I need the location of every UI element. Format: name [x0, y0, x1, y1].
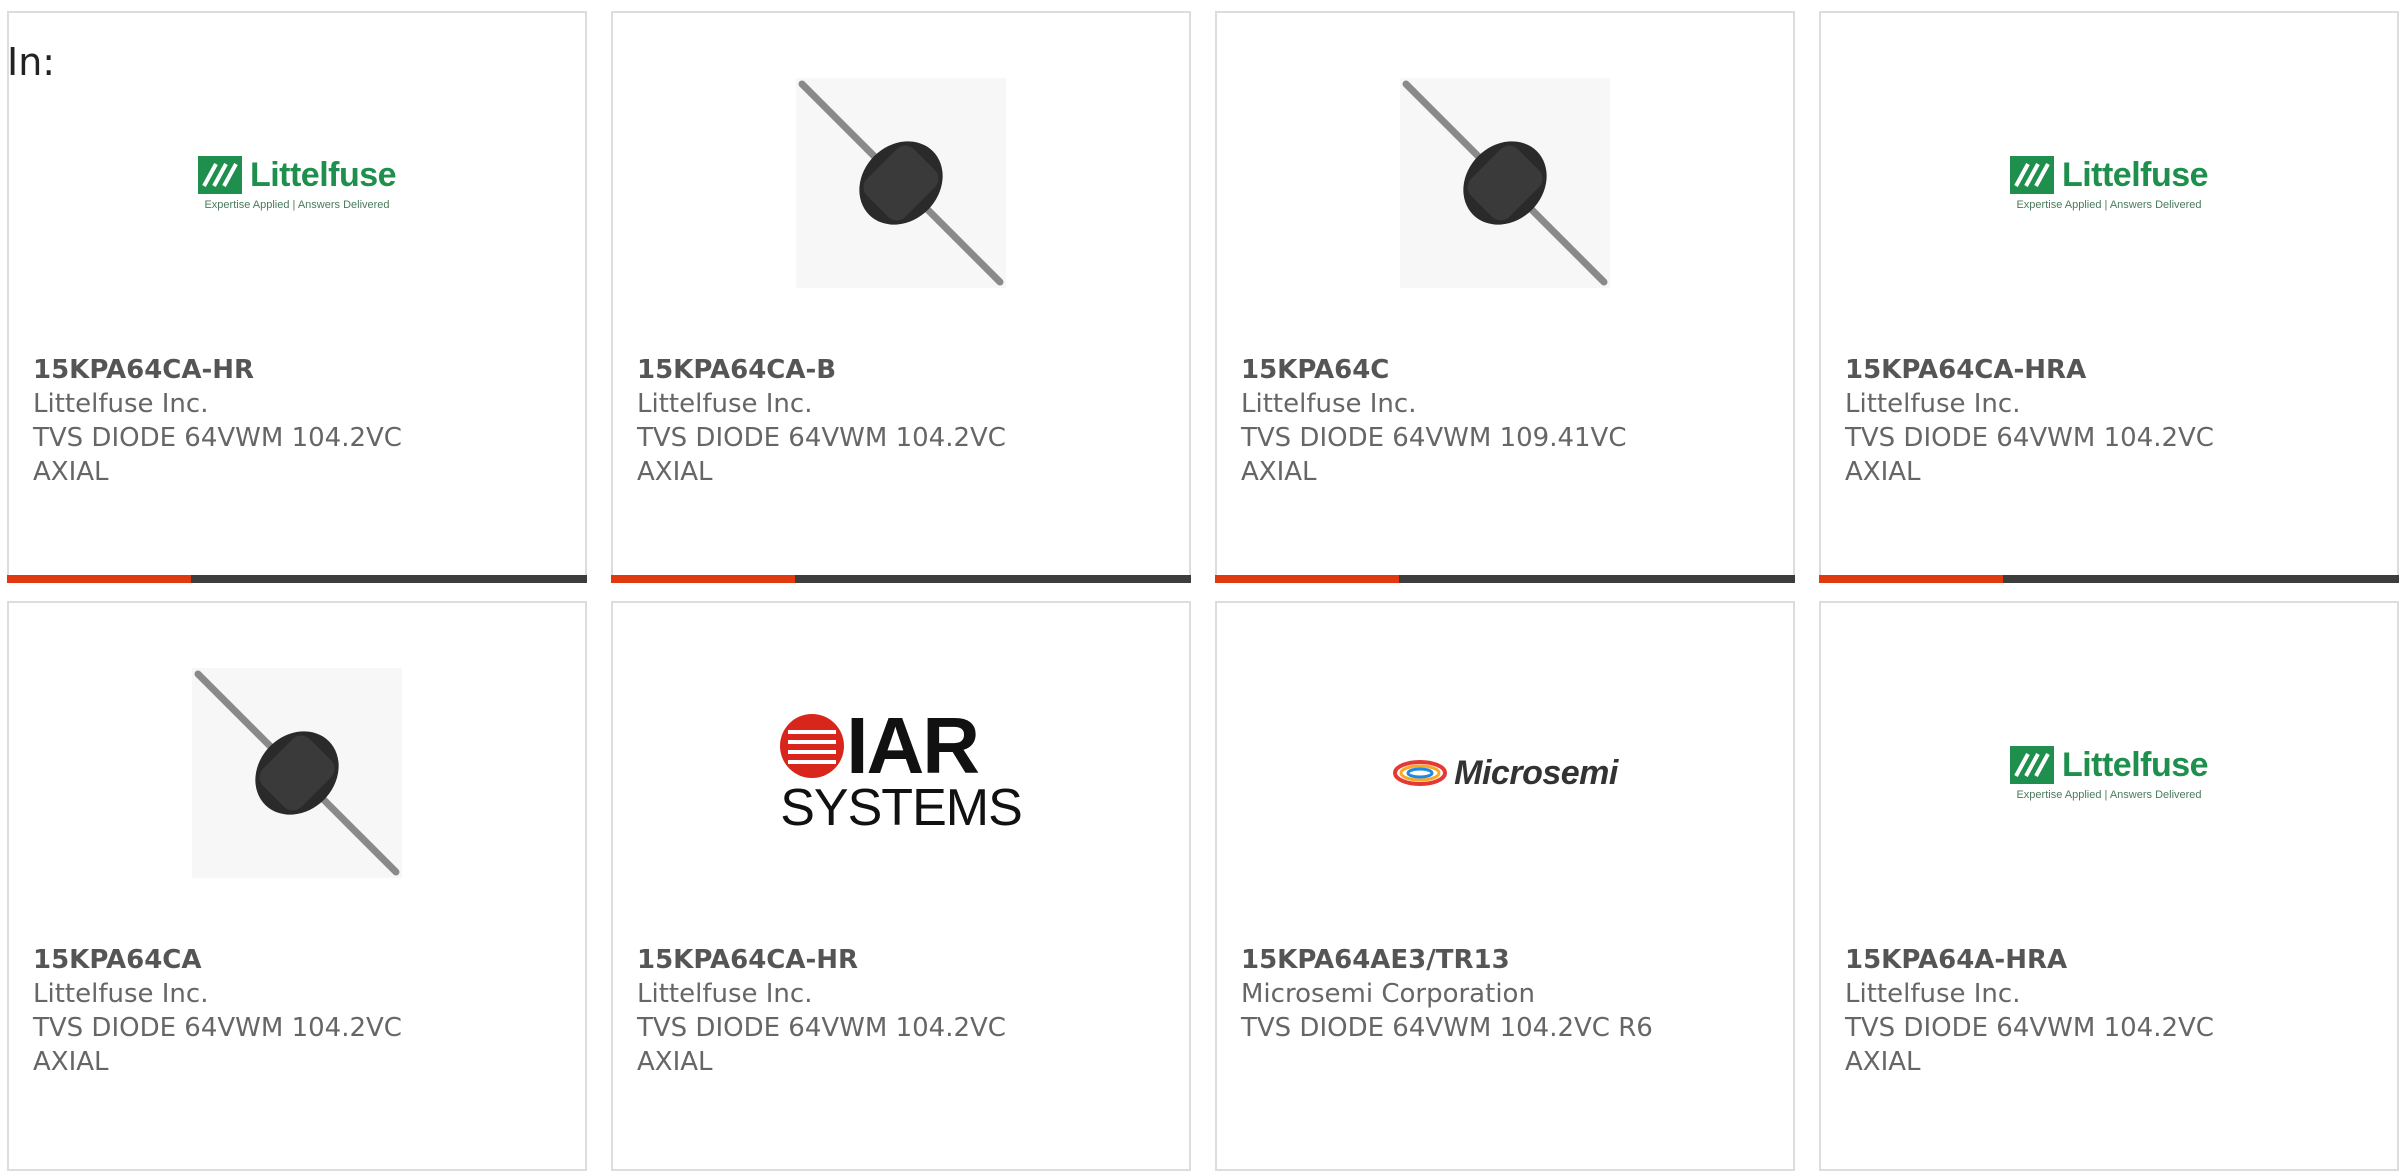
- description: TVS DIODE 64VWM 104.2VC: [1845, 1013, 2214, 1043]
- littelfuse-logo-name: Littelfuse: [2061, 745, 2209, 784]
- product-card[interactable]: 15KPA64C Littelfuse Inc. TVS DIODE 64VWM…: [1215, 11, 1795, 583]
- card-accent-bar: [7, 575, 587, 583]
- product-card[interactable]: IAR SYSTEMS 15KPA64CA-HR Littelfuse Inc.…: [611, 601, 1191, 1171]
- product-card[interactable]: Littelfuse Expertise Applied | Answers D…: [7, 11, 587, 583]
- description: TVS DIODE 64VWM 104.2VC: [637, 423, 1006, 453]
- product-image-littelfuse-logo[interactable]: Littelfuse Expertise Applied | Answers D…: [1821, 663, 2397, 883]
- axial-diode-photo-icon: [796, 78, 1006, 288]
- part-number[interactable]: 15KPA64A-HRA: [1845, 943, 2365, 977]
- description-package: AXIAL: [33, 457, 109, 487]
- littelfuse-logo: Littelfuse Expertise Applied | Answers D…: [197, 155, 397, 211]
- product-image-littelfuse-logo[interactable]: Littelfuse Expertise Applied | Answers D…: [9, 73, 585, 293]
- manufacturer: Littelfuse Inc.: [1241, 389, 1417, 419]
- part-number[interactable]: 15KPA64CA-B: [637, 353, 1157, 387]
- description: TVS DIODE 64VWM 109.41VC: [1241, 423, 1627, 453]
- in-label: In:: [7, 40, 56, 84]
- description: TVS DIODE 64VWM 104.2VC: [33, 1013, 402, 1043]
- manufacturer: Littelfuse Inc.: [33, 979, 209, 1009]
- card-accent-bar: [1215, 575, 1795, 583]
- product-card[interactable]: 15KPA64CA-B Littelfuse Inc. TVS DIODE 64…: [611, 11, 1191, 583]
- part-number[interactable]: 15KPA64CA-HR: [33, 353, 553, 387]
- littelfuse-logo-tagline: Expertise Applied | Answers Delivered: [2016, 198, 2202, 211]
- part-number[interactable]: 15KPA64CA-HR: [637, 943, 1157, 977]
- littelfuse-logo-tagline: Expertise Applied | Answers Delivered: [2016, 788, 2202, 801]
- axial-diode-photo-icon: [1400, 78, 1610, 288]
- manufacturer: Littelfuse Inc.: [1845, 389, 2021, 419]
- product-card[interactable]: 15KPA64CA Littelfuse Inc. TVS DIODE 64VW…: [7, 601, 587, 1171]
- littelfuse-logo: Littelfuse Expertise Applied | Answers D…: [2009, 155, 2209, 211]
- manufacturer: Littelfuse Inc.: [33, 389, 209, 419]
- part-number[interactable]: 15KPA64AE3/TR13: [1241, 943, 1761, 977]
- product-grid: Littelfuse Expertise Applied | Answers D…: [0, 0, 2400, 1171]
- description-package: AXIAL: [1845, 1047, 1921, 1077]
- microsemi-swirl-icon: [1393, 760, 1448, 786]
- manufacturer: Littelfuse Inc.: [1845, 979, 2021, 1009]
- part-number[interactable]: 15KPA64C: [1241, 353, 1761, 387]
- iar-logo-text: IAR: [846, 701, 980, 790]
- description-package: AXIAL: [1845, 457, 1921, 487]
- product-card[interactable]: Littelfuse Expertise Applied | Answers D…: [1819, 11, 2399, 583]
- littelfuse-mark-icon: [197, 156, 242, 194]
- manufacturer: Littelfuse Inc.: [637, 979, 813, 1009]
- product-image-littelfuse-logo[interactable]: Littelfuse Expertise Applied | Answers D…: [1821, 73, 2397, 293]
- description: TVS DIODE 64VWM 104.2VC: [33, 423, 402, 453]
- description-package: AXIAL: [33, 1047, 109, 1077]
- manufacturer: Microsemi Corporation: [1241, 979, 1535, 1009]
- iar-logo-subtext: SYSTEMS: [780, 779, 1022, 837]
- part-number[interactable]: 15KPA64CA: [33, 943, 553, 977]
- littelfuse-logo-tagline: Expertise Applied | Answers Delivered: [204, 198, 390, 211]
- product-image-axial-diode[interactable]: [1217, 73, 1793, 293]
- product-image-iar-systems-logo[interactable]: IAR SYSTEMS: [613, 663, 1189, 883]
- card-accent-bar: [611, 575, 1191, 583]
- product-image-microsemi-logo[interactable]: Microsemi: [1217, 663, 1793, 883]
- littelfuse-logo-name: Littelfuse: [2061, 155, 2209, 194]
- description-package: AXIAL: [637, 1047, 713, 1077]
- iar-systems-logo: IAR SYSTEMS: [780, 701, 1023, 837]
- product-image-axial-diode[interactable]: [9, 663, 585, 883]
- product-image-axial-diode[interactable]: [613, 73, 1189, 293]
- description: TVS DIODE 64VWM 104.2VC: [637, 1013, 1006, 1043]
- iar-circle-icon: [780, 714, 845, 778]
- card-accent-bar: [1819, 575, 2399, 583]
- littelfuse-mark-icon: [2009, 746, 2054, 784]
- manufacturer: Littelfuse Inc.: [637, 389, 813, 419]
- description: TVS DIODE 64VWM 104.2VC: [1845, 423, 2214, 453]
- littelfuse-mark-icon: [2009, 156, 2054, 194]
- littelfuse-logo-name: Littelfuse: [249, 155, 397, 194]
- axial-diode-photo-icon: [192, 668, 402, 878]
- product-card[interactable]: Littelfuse Expertise Applied | Answers D…: [1819, 601, 2399, 1171]
- microsemi-logo: Microsemi: [1392, 754, 1618, 793]
- description-package: AXIAL: [1241, 457, 1317, 487]
- littelfuse-logo: Littelfuse Expertise Applied | Answers D…: [2009, 745, 2209, 801]
- product-card[interactable]: Microsemi 15KPA64AE3/TR13 Microsemi Corp…: [1215, 601, 1795, 1171]
- microsemi-logo-name: Microsemi: [1454, 753, 1618, 792]
- part-number[interactable]: 15KPA64CA-HRA: [1845, 353, 2365, 387]
- description-package: AXIAL: [637, 457, 713, 487]
- description: TVS DIODE 64VWM 104.2VC R6: [1241, 1013, 1653, 1043]
